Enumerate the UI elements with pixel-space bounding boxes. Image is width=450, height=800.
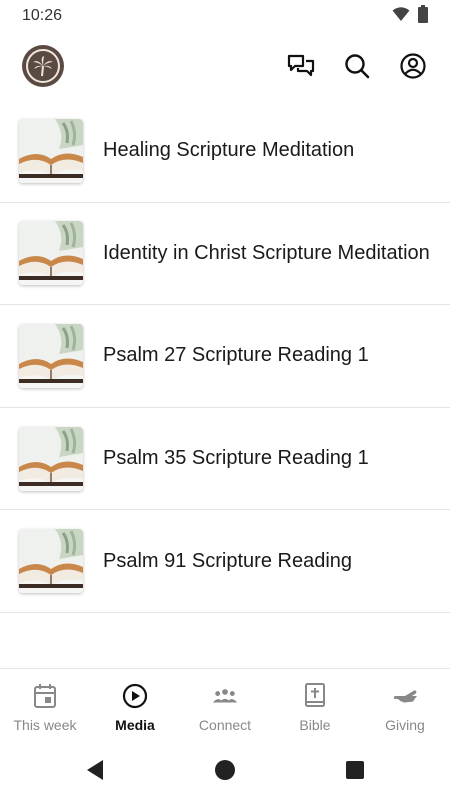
bible-icon	[302, 683, 328, 709]
tab-giving[interactable]: Giving	[360, 669, 450, 740]
app-bar-actions	[286, 51, 428, 81]
tab-connect[interactable]: Connect	[180, 669, 270, 740]
tab-this-week[interactable]: This week	[0, 669, 90, 740]
tab-label: Giving	[385, 717, 425, 733]
media-list: Healing Scripture Meditation Identity in…	[0, 100, 450, 613]
open-bible-thumbnail	[19, 529, 83, 594]
tab-label: This week	[13, 717, 77, 733]
tab-label: Connect	[198, 717, 252, 733]
home-icon[interactable]	[160, 759, 290, 781]
play-circle-icon	[122, 683, 148, 709]
status-time: 10:26	[22, 7, 63, 24]
tab-label: Media	[115, 717, 155, 733]
system-nav-bar	[0, 740, 450, 800]
chat-icon[interactable]	[286, 51, 316, 81]
church-logo[interactable]	[22, 45, 64, 87]
group-icon	[212, 683, 238, 709]
media-list-item[interactable]: Healing Scripture Meditation	[0, 100, 450, 203]
wifi-icon	[392, 6, 410, 27]
media-title: Identity in Christ Scripture Meditation	[103, 241, 430, 264]
media-list-item[interactable]: Identity in Christ Scripture Meditation	[0, 203, 450, 306]
media-title: Psalm 35 Scripture Reading 1	[103, 447, 369, 470]
account-icon[interactable]	[398, 51, 428, 81]
status-bar: 10:26	[0, 0, 450, 32]
open-bible-thumbnail	[19, 426, 83, 491]
back-icon[interactable]	[30, 759, 160, 781]
open-bible-thumbnail	[19, 323, 83, 388]
recents-icon[interactable]	[290, 760, 420, 780]
calendar-icon	[32, 683, 58, 709]
media-title: Psalm 91 Scripture Reading	[103, 549, 353, 572]
media-list-item[interactable]: Psalm 35 Scripture Reading 1	[0, 408, 450, 511]
giving-hand-icon	[392, 683, 418, 709]
search-icon[interactable]	[342, 51, 372, 81]
media-list-item[interactable]: Psalm 91 Scripture Reading	[0, 510, 450, 613]
palm-tree-icon	[26, 49, 60, 83]
tab-bible[interactable]: Bible	[270, 669, 360, 740]
battery-icon	[418, 4, 428, 28]
open-bible-thumbnail	[19, 221, 83, 286]
open-bible-thumbnail	[19, 118, 83, 183]
media-list-item[interactable]: Psalm 27 Scripture Reading 1	[0, 305, 450, 408]
bottom-tab-bar: This week Media Connect Bible Giving	[0, 668, 450, 740]
status-icons	[392, 4, 428, 28]
media-title: Healing Scripture Meditation	[103, 139, 355, 162]
tab-label: Bible	[299, 717, 331, 733]
tab-media[interactable]: Media	[90, 669, 180, 740]
media-title: Psalm 27 Scripture Reading 1	[103, 344, 369, 367]
app-bar	[0, 32, 450, 100]
